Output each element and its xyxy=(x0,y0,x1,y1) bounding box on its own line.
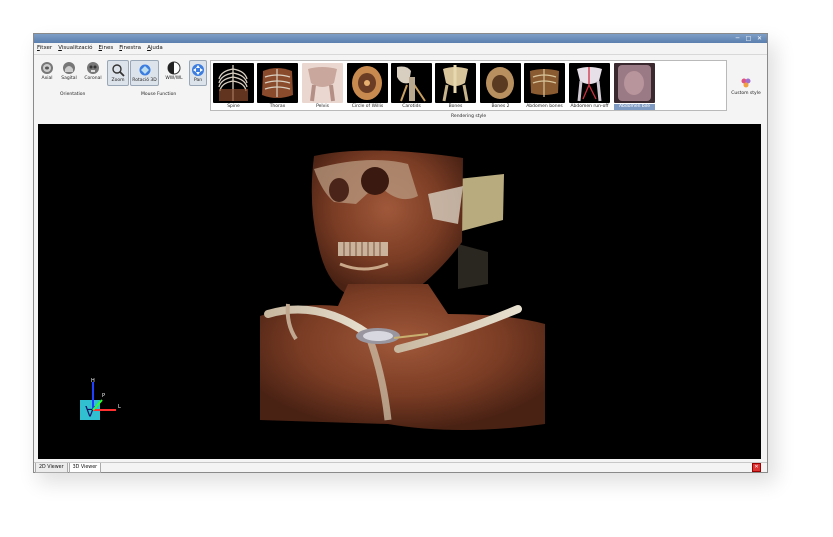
window-level-button[interactable]: WW/WL xyxy=(163,61,185,81)
style-thumb-thorax[interactable]: Thorax xyxy=(257,63,298,111)
style-thumb-bones[interactable]: Bones xyxy=(435,63,476,111)
pan-arrows-icon xyxy=(192,64,204,76)
style-thumb-abdomen-bile[interactable]: Abdomen bile xyxy=(614,63,655,111)
axis-label-p: P xyxy=(102,393,105,399)
style-label-spine: Spine xyxy=(227,104,240,109)
viewer-tabs: 2D Viewer 3D Viewer xyxy=(34,462,767,473)
tab-2d-viewer[interactable]: 2D Viewer xyxy=(35,463,68,473)
title-bar: ─ □ ✕ xyxy=(34,34,767,43)
orientation-group-label: Orientation xyxy=(60,92,86,97)
style-thumb-abdomen-bones[interactable]: Abdomen bones xyxy=(524,63,565,111)
app-window: ─ □ ✕ Fitxer Visualització Eines Finestr… xyxy=(33,33,768,473)
sagittal-skull-icon xyxy=(63,62,75,74)
zoom-label: Zoom xyxy=(111,78,125,83)
zoom-button[interactable]: Zoom xyxy=(107,60,129,86)
style-thumb-abdomen-run-off[interactable]: Abdomen run-off xyxy=(569,63,610,111)
menu-visualitzacio[interactable]: Visualització xyxy=(55,43,95,54)
carotids-preview-image xyxy=(391,63,432,103)
menu-ajuda[interactable]: Ajuda xyxy=(144,43,166,54)
style-thumb-spine[interactable]: Spine xyxy=(213,63,254,111)
thorax-preview-image xyxy=(257,63,298,103)
style-thumb-carotids[interactable]: Carotids xyxy=(391,63,432,111)
volume-render-image: A H L P xyxy=(38,124,761,459)
axial-label: Axial xyxy=(41,76,53,81)
sagital-button[interactable]: Sagital xyxy=(58,61,80,81)
axial-skull-icon xyxy=(41,62,53,74)
rotate-3d-icon xyxy=(139,64,150,76)
bones-preview-image xyxy=(435,63,476,103)
style-thumb-bones-2[interactable]: Bones 2 xyxy=(480,63,521,111)
tab-3d-viewer[interactable]: 3D Viewer xyxy=(68,463,102,473)
maximize-icon[interactable]: □ xyxy=(744,35,753,42)
pan-label: Pan xyxy=(193,78,203,83)
palette-icon xyxy=(741,78,751,88)
mouse-function-group-label: Mouse Function xyxy=(141,92,177,97)
style-label-bones-2: Bones 2 xyxy=(491,104,510,109)
rendering-style-panel: Spine Thorax Pelvis Circle of Willis Car… xyxy=(210,60,727,111)
menu-bar: Fitxer Visualització Eines Finestra Ajud… xyxy=(34,43,767,55)
coronal-skull-icon xyxy=(87,62,99,74)
magnifier-icon xyxy=(112,64,125,77)
window-level-label: WW/WL xyxy=(165,76,183,81)
spine-preview-image xyxy=(213,63,254,103)
style-thumb-circle-of-willis[interactable]: Circle of Willis xyxy=(347,63,388,111)
style-label-thorax: Thorax xyxy=(269,104,286,109)
style-label-abdomen-bile: Abdomen bile xyxy=(614,104,655,110)
style-label-abdomen-bones: Abdomen bones xyxy=(526,104,563,109)
abdomen-bones-preview-image xyxy=(524,63,565,103)
rotate-3d-label: Rotació 3D xyxy=(132,78,157,83)
style-label-circle-of-willis: Circle of Willis xyxy=(351,104,384,109)
style-thumb-pelvis[interactable]: Pelvis xyxy=(302,63,343,111)
menu-fitxer[interactable]: Fitxer xyxy=(34,43,55,54)
minimize-icon[interactable]: ─ xyxy=(733,35,742,42)
close-window-icon[interactable]: ✕ xyxy=(755,35,764,42)
3d-viewport[interactable]: A H L P xyxy=(38,124,761,459)
menu-eines[interactable]: Eines xyxy=(95,43,116,54)
coronal-label: Coronal xyxy=(84,76,102,81)
style-label-abdomen-run-off: Abdomen run-off xyxy=(570,104,609,109)
rendering-style-group-label: Rendering style xyxy=(451,114,487,119)
style-label-bones: Bones xyxy=(448,104,463,109)
abdomen-bile-preview-image xyxy=(614,63,655,103)
style-label-carotids: Carotids xyxy=(402,104,421,109)
pan-button[interactable]: Pan xyxy=(189,60,207,86)
custom-style-button[interactable]: Custom style xyxy=(730,76,762,96)
axis-label-l: L xyxy=(118,404,121,410)
custom-style-label: Custom style xyxy=(731,91,761,96)
pelvis-preview-image xyxy=(302,63,343,103)
axis-label-h: H xyxy=(91,378,95,384)
axial-button[interactable]: Axial xyxy=(36,61,58,81)
coronal-button[interactable]: Coronal xyxy=(82,61,104,81)
circle-of-willis-preview-image xyxy=(347,63,388,103)
abdomen-run-off-preview-image xyxy=(569,63,610,103)
rotate-3d-button[interactable]: Rotació 3D xyxy=(130,60,159,86)
menu-finestra[interactable]: Finestra xyxy=(116,43,144,54)
bones-2-preview-image xyxy=(480,63,521,103)
close-viewer-icon[interactable]: ✕ xyxy=(752,463,761,472)
sagital-label: Sagital xyxy=(61,76,77,81)
style-label-pelvis: Pelvis xyxy=(316,104,329,109)
window-level-icon xyxy=(167,61,181,75)
